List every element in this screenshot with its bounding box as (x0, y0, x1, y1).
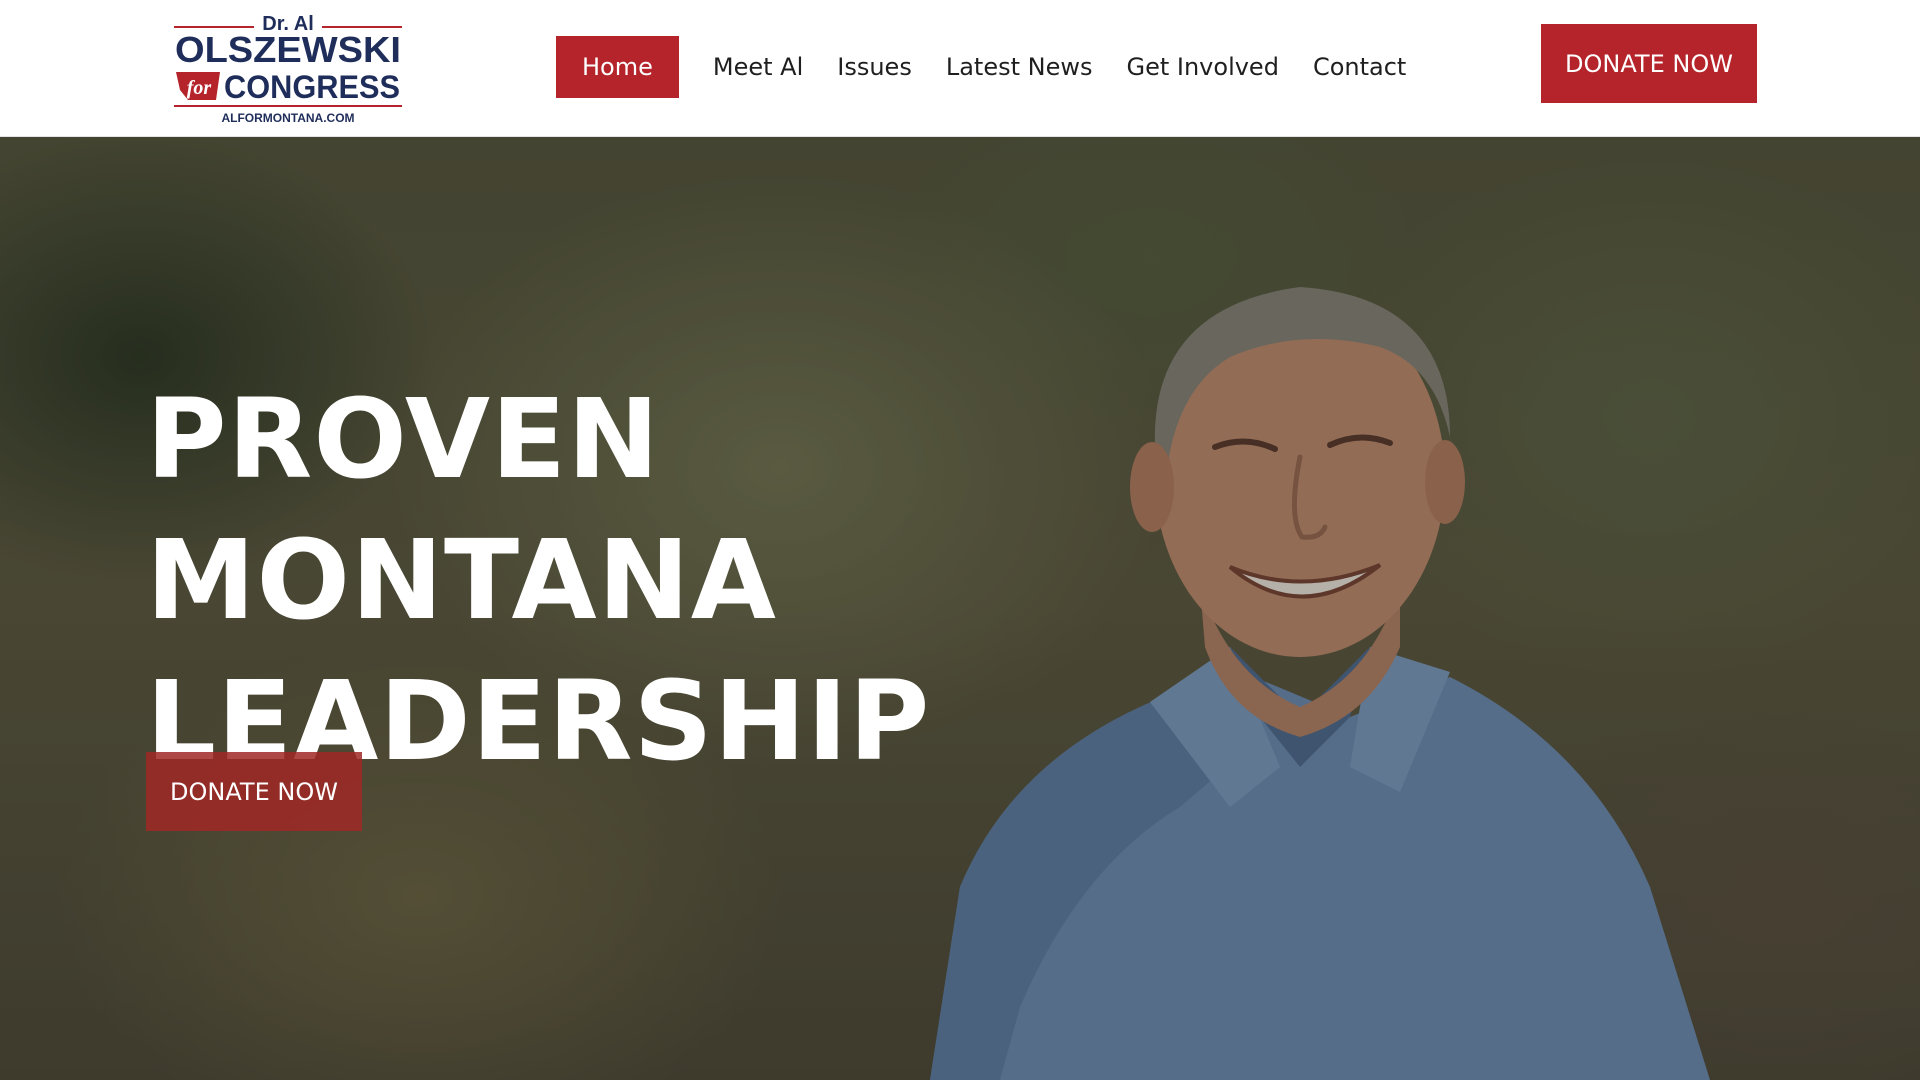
hero-headline: PROVEN MONTANA LEADERSHIP (146, 369, 929, 792)
site-header: Dr. Al OLSZEWSKI for CONGRESS ALFORMONTA… (0, 0, 1920, 137)
svg-text:OLSZEWSKI: OLSZEWSKI (175, 29, 401, 70)
svg-text:CONGRESS: CONGRESS (224, 69, 400, 105)
header-donate-button[interactable]: DONATE NOW (1541, 24, 1757, 103)
nav-item-get-involved[interactable]: Get Involved (1109, 36, 1295, 98)
main-nav: Home Meet Al Issues Latest News Get Invo… (556, 36, 1423, 98)
hero-donate-button[interactable]: DONATE NOW (146, 752, 362, 831)
campaign-logo[interactable]: Dr. Al OLSZEWSKI for CONGRESS ALFORMONTA… (172, 10, 404, 126)
svg-text:ALFORMONTANA.COM: ALFORMONTANA.COM (221, 111, 354, 125)
hero-headline-line-2: MONTANA (146, 515, 777, 644)
campaign-logo-mark: Dr. Al OLSZEWSKI for CONGRESS ALFORMONTA… (174, 13, 402, 125)
nav-item-latest-news[interactable]: Latest News (929, 36, 1110, 98)
svg-text:for: for (187, 77, 212, 99)
hero-section: PROVEN MONTANA LEADERSHIP DONATE NOW (0, 137, 1920, 1080)
nav-item-meet-al[interactable]: Meet Al (696, 36, 820, 98)
nav-item-issues[interactable]: Issues (820, 36, 929, 98)
nav-item-contact[interactable]: Contact (1296, 36, 1423, 98)
nav-item-home[interactable]: Home (556, 36, 679, 98)
hero-headline-line-1: PROVEN (146, 374, 661, 503)
